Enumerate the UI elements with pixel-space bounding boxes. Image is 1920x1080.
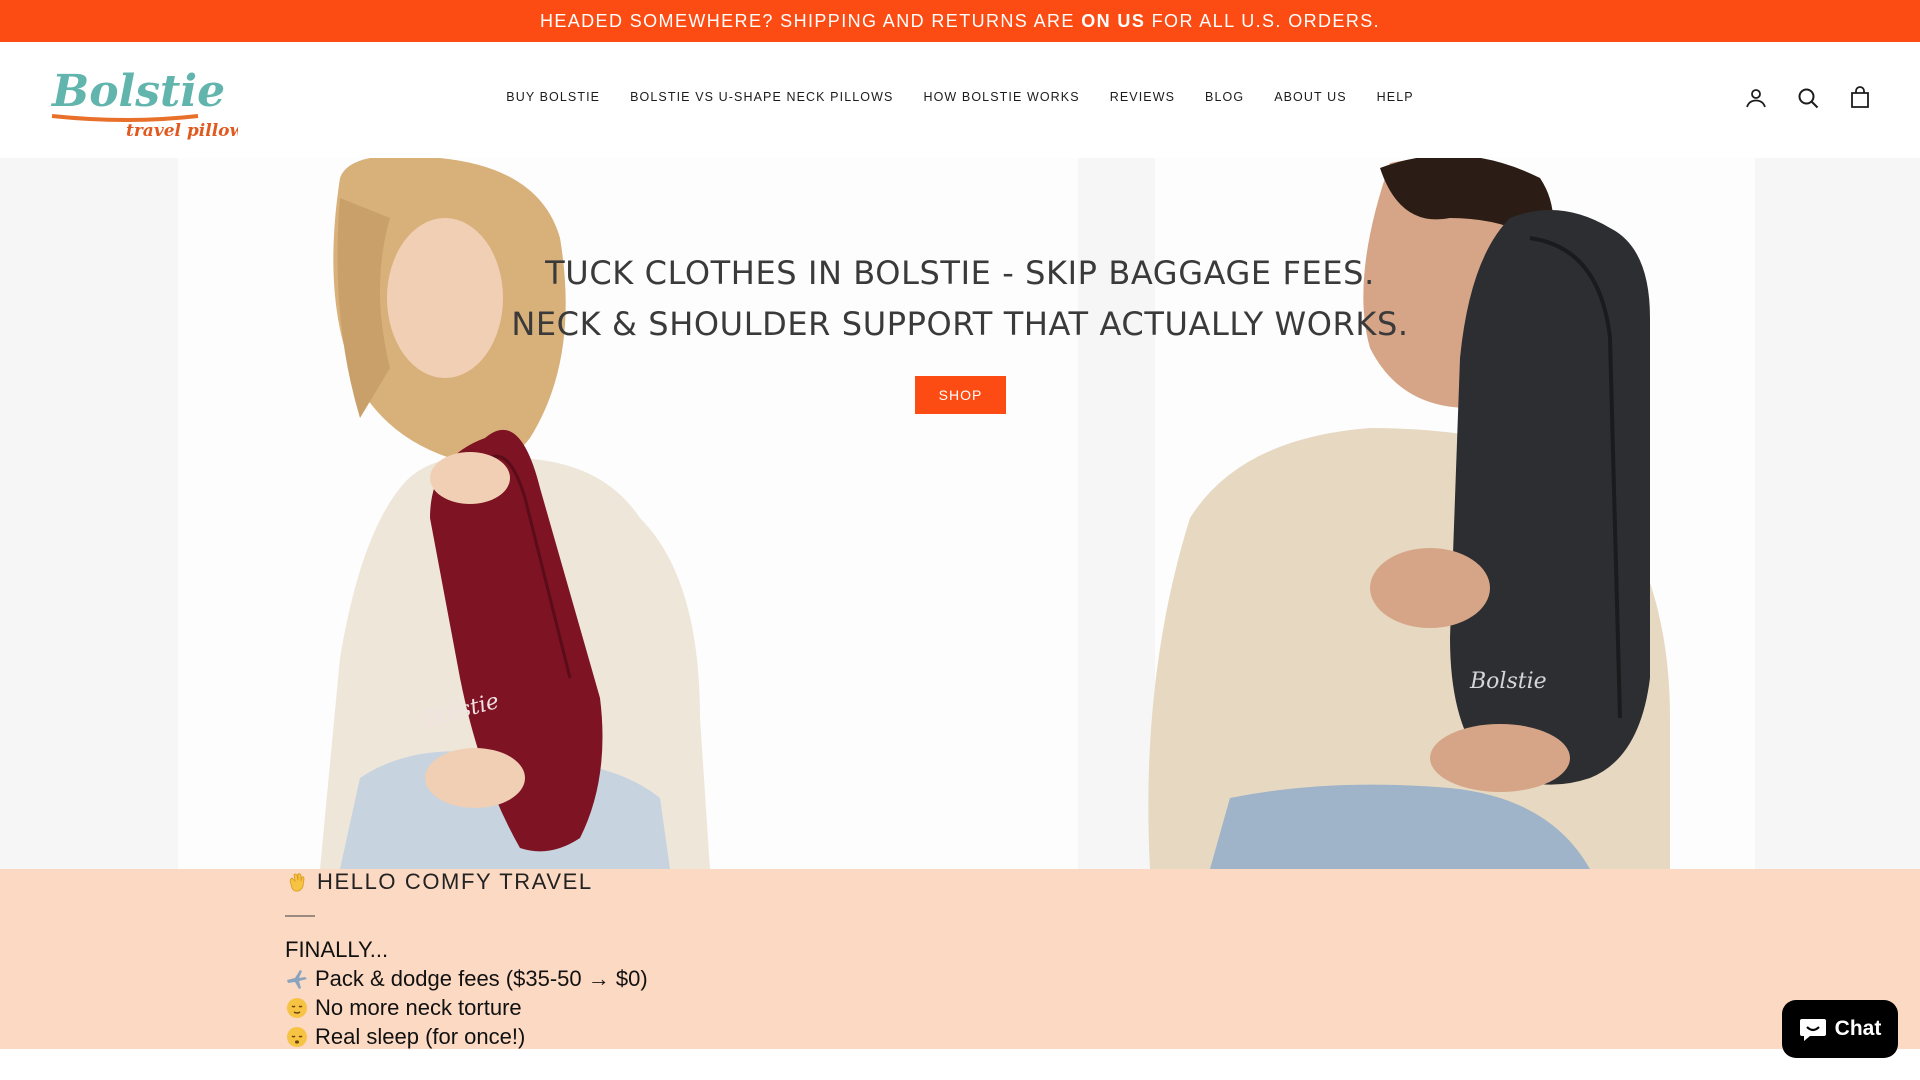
main-nav: BUY BOLSTIE BOLSTIE VS U-SHAPE NECK PILLO…: [0, 42, 1920, 152]
nav-item-reviews[interactable]: REVIEWS: [1110, 90, 1175, 104]
hero-headline: TUCK CLOTHES IN BOLSTIE - SKIP BAGGAGE F…: [0, 248, 1920, 350]
intro-divider: [285, 915, 315, 917]
nav-item-how-bolstie-works[interactable]: HOW BOLSTIE WORKS: [923, 90, 1079, 104]
search-icon[interactable]: [1796, 86, 1820, 110]
header-icons: [1744, 86, 1872, 110]
chat-bubble-icon: [1799, 1019, 1826, 1041]
intro-line-finally: FINALLY...: [285, 935, 648, 964]
account-icon[interactable]: [1744, 86, 1768, 110]
announcement-bar: HEADED SOMEWHERE? SHIPPING AND RETURNS A…: [0, 0, 1920, 42]
intro-line-text: No more neck torture: [315, 995, 522, 1020]
nav-item-help[interactable]: HELP: [1377, 90, 1414, 104]
nav-item-blog[interactable]: BLOG: [1205, 90, 1244, 104]
announcement-prefix: HEADED SOMEWHERE? SHIPPING AND RETURNS A…: [539, 10, 1082, 31]
waving-hand-icon: [289, 873, 305, 892]
chat-label: Chat: [1834, 1017, 1882, 1040]
black-pillow-logo-text: Bolstie: [1469, 669, 1547, 694]
intro-line-neck: No more neck torture: [285, 993, 648, 1022]
hero-line-1: TUCK CLOTHES IN BOLSTIE - SKIP BAGGAGE F…: [545, 254, 1375, 292]
shop-button[interactable]: SHOP: [915, 376, 1006, 414]
hero-banner: Bolstie Bolstie TUCK CLOTHES IN BOLSTIE …: [0, 158, 1920, 869]
intro-list: FINALLY... Pack & dodge fees ($35-50 → $…: [285, 935, 648, 1051]
chat-button[interactable]: Chat: [1782, 1000, 1898, 1058]
airplane-icon: [287, 969, 307, 989]
site-header: Bolstie travel pillow BUY BOLSTIE BOLSTIE…: [0, 42, 1920, 158]
nav-item-buy-bolstie[interactable]: BUY BOLSTIE: [506, 90, 600, 104]
nav-item-bolstie-vs-u-shape-neck-pillows[interactable]: BOLSTIE VS U-SHAPE NECK PILLOWS: [630, 90, 893, 104]
intro-line-pack: Pack & dodge fees ($35-50 → $0): [285, 964, 648, 993]
intro-heading-text: HELLO COMFY TRAVEL: [317, 869, 593, 894]
sleeping-face-icon: [287, 1026, 307, 1047]
announcement-bold: ON US: [1081, 10, 1146, 31]
hero-line-2: NECK & SHOULDER SUPPORT THAT ACTUALLY WO…: [511, 305, 1409, 343]
intro-section: HELLO COMFY TRAVEL FINALLY... Pack & dod…: [0, 869, 1920, 1049]
logo-tagline: travel pillow: [126, 121, 238, 141]
relieved-face-icon: [287, 997, 307, 1018]
intro-line-text: Real sleep (for once!): [315, 1024, 526, 1049]
intro-line-sleep: Real sleep (for once!): [285, 1022, 648, 1051]
bolstie-logo[interactable]: Bolstie travel pillow: [48, 62, 238, 142]
intro-heading: HELLO COMFY TRAVEL: [285, 869, 593, 895]
intro-line-text: Pack & dodge fees ($35-50 → $0): [315, 966, 648, 991]
intro-line-text: FINALLY...: [285, 937, 389, 962]
cart-icon[interactable]: [1848, 86, 1872, 110]
announcement-suffix: FOR ALL U.S. ORDERS.: [1145, 10, 1381, 31]
nav-item-about-us[interactable]: ABOUT US: [1274, 90, 1346, 104]
logo-word: Bolstie: [50, 66, 225, 117]
